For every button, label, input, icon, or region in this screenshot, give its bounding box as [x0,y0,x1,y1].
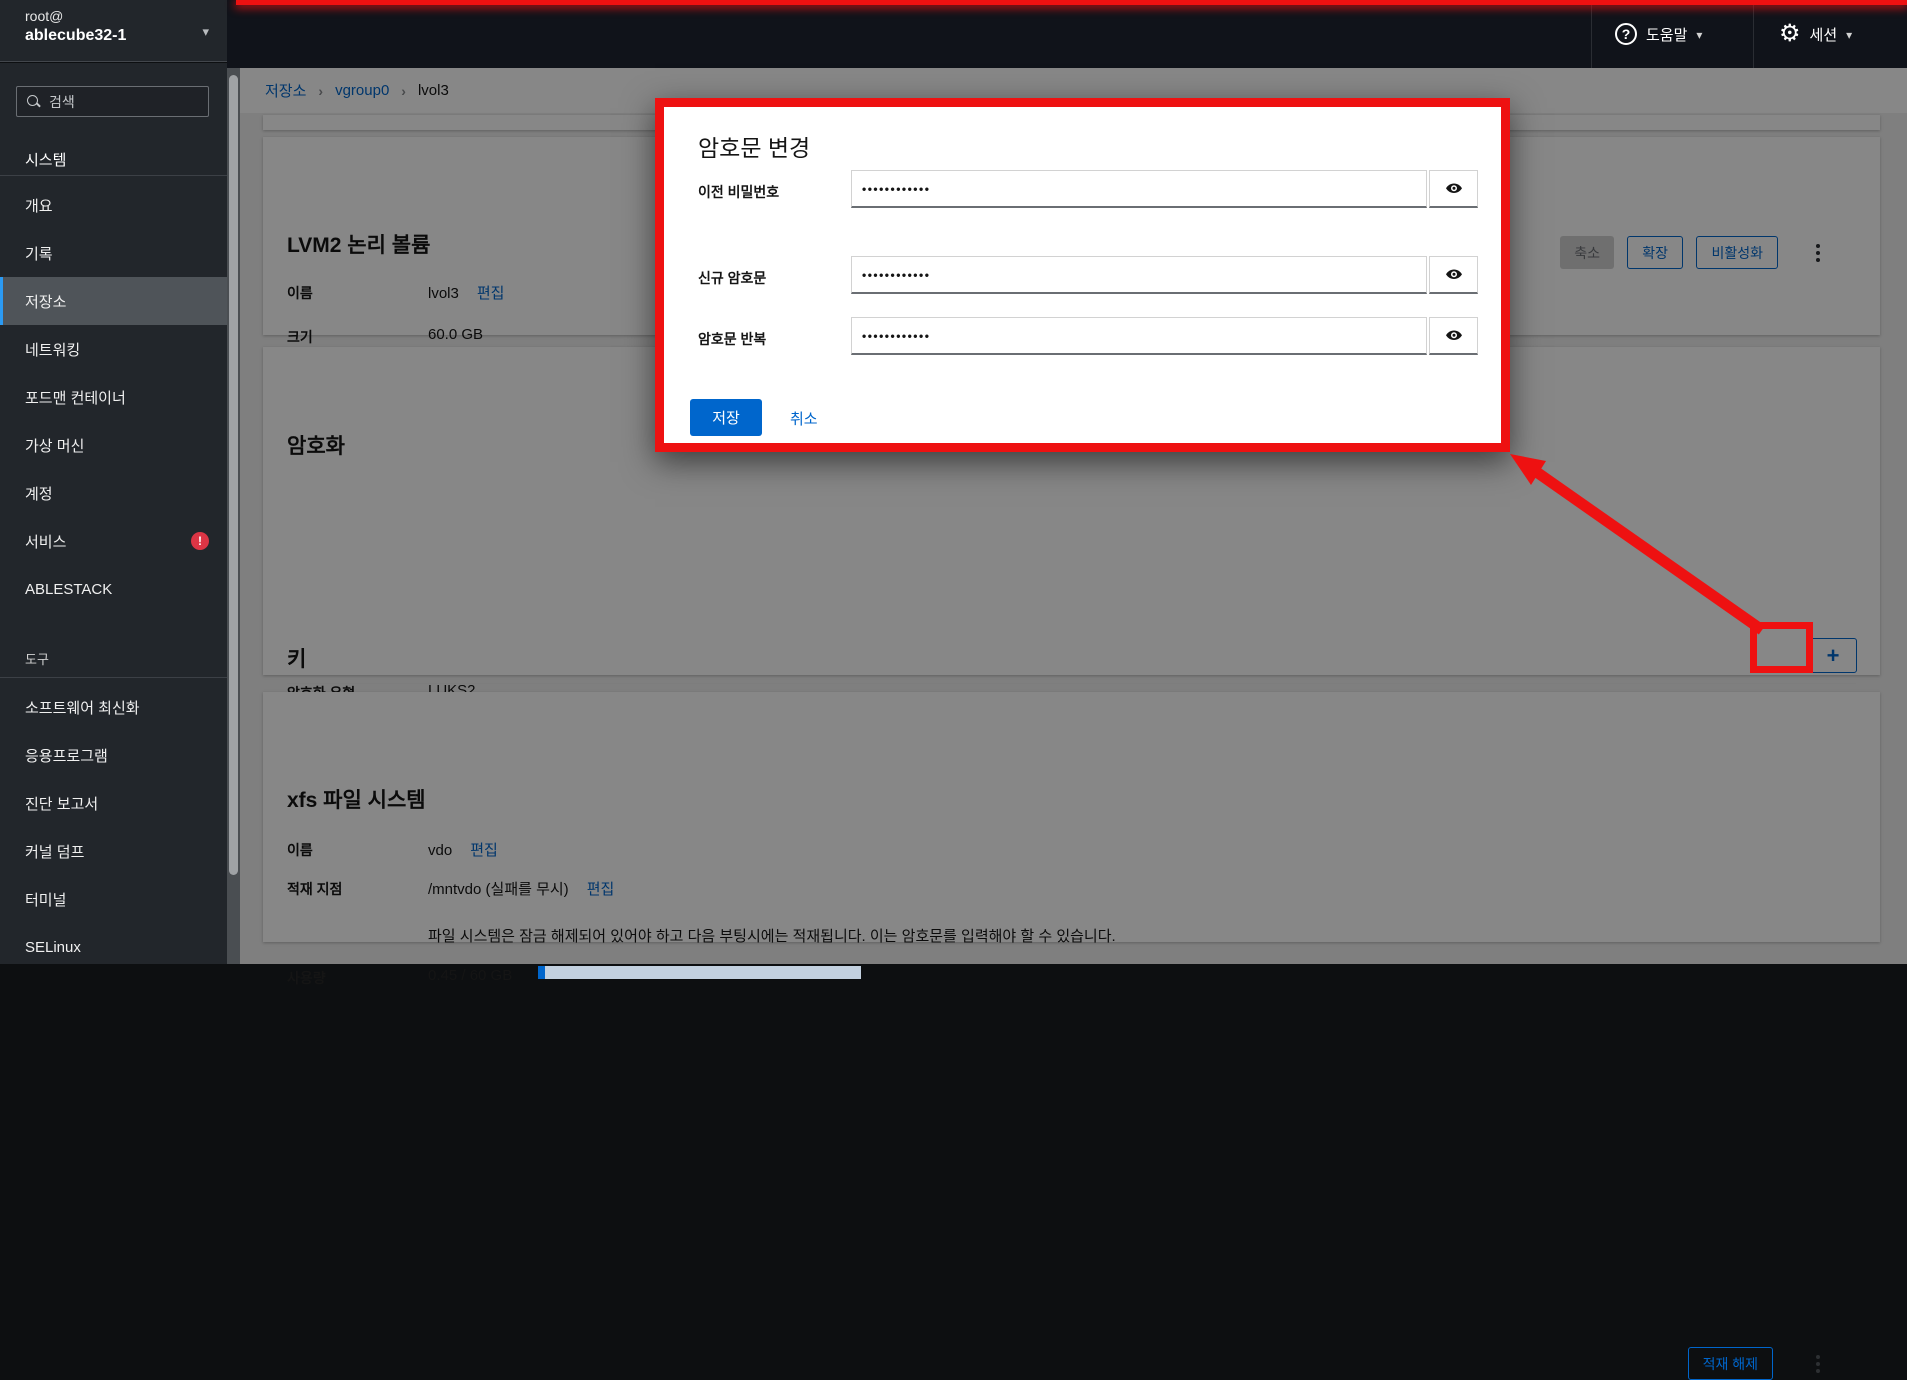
sidebar: 검색 시스템 개요 기록 저장소 네트워킹 포드맨 컨테이너 가상 머신 계정 … [0,63,227,964]
eye-icon [1445,330,1462,340]
nav-section-system: 시스템 [25,152,67,169]
sidebar-item-terminal[interactable]: 터미널 [0,875,227,923]
repeat-passphrase-input[interactable] [851,317,1427,355]
sidebar-item-storage[interactable]: 저장소 [0,277,227,325]
dialog-title: 암호문 변경 [698,135,811,161]
sidebar-item-ablestack[interactable]: ABLESTACK [0,565,227,613]
show-password-button[interactable] [1429,170,1478,208]
kebab-menu-icon[interactable] [1816,1355,1820,1373]
old-passphrase-input[interactable] [851,170,1427,208]
help-menu[interactable]: ? 도움말 ▾ [1615,0,1702,68]
scrollbar-thumb[interactable] [229,75,238,875]
save-button[interactable]: 저장 [690,399,762,436]
new-passphrase-label: 신규 암호문 [698,270,767,286]
gear-icon: ⚙ [1779,20,1801,47]
change-passphrase-dialog: 암호문 변경 이전 비밀번호 신규 암호문 암호문 반복 저장 취소 [655,98,1510,452]
old-passphrase-label: 이전 비밀번호 [698,184,780,200]
scrollbar[interactable] [227,68,240,964]
search-icon [27,95,40,108]
sidebar-item-virtual-machines[interactable]: 가상 머신 [0,421,227,469]
usage-label: 사용량 [287,970,326,986]
search-input[interactable]: 검색 [16,86,209,117]
host-selector[interactable]: root@ ablecube32-1 ▾ [0,0,227,62]
usage-bar [538,966,861,979]
sidebar-item-logs[interactable]: 기록 [0,229,227,277]
sidebar-item-accounts[interactable]: 계정 [0,469,227,517]
usage-bar-fill [538,966,545,979]
page: ? 도움말 ▾ ⚙ 세션 ▾ root@ ablecube32-1 ▾ 검색 시… [0,0,1907,1380]
unmount-button[interactable]: 적재 해제 [1687,1347,1773,1380]
session-menu[interactable]: ⚙ 세션 ▾ [1779,0,1852,68]
eye-icon [1445,269,1462,279]
cancel-button[interactable]: 취소 [790,408,818,429]
divider [0,175,227,176]
help-icon: ? [1615,23,1637,45]
masthead-divider [1753,0,1754,68]
alert-badge: ! [191,532,209,550]
host-user: root@ [25,8,64,24]
show-password-button[interactable] [1429,317,1478,355]
search-placeholder: 검색 [49,93,75,110]
sidebar-item-kernel-dump[interactable]: 커널 덤프 [0,827,227,875]
sidebar-item-networking[interactable]: 네트워킹 [0,325,227,373]
sidebar-item-software-updates[interactable]: 소프트웨어 최신화 [0,683,227,731]
annotation-topline [236,0,1907,5]
sidebar-item-services[interactable]: 서비스 ! [0,517,227,565]
chevron-down-icon: ▾ [1696,28,1703,42]
sidebar-item-podman[interactable]: 포드맨 컨테이너 [0,373,227,421]
divider [0,677,227,678]
eye-icon [1445,183,1462,193]
sidebar-item-diagnostic-reports[interactable]: 진단 보고서 [0,779,227,827]
help-label: 도움말 [1646,26,1688,44]
usage-value: 0.45 / 60 GB [428,967,513,984]
repeat-passphrase-label: 암호문 반복 [698,331,767,347]
chevron-down-icon: ▾ [1846,28,1853,42]
edit-button-annotation [1750,622,1813,673]
sidebar-item-applications[interactable]: 응용프로그램 [0,731,227,779]
new-passphrase-input[interactable] [851,256,1427,294]
sidebar-item-overview[interactable]: 개요 [0,181,227,229]
masthead-divider [1591,0,1592,68]
chevron-down-icon: ▾ [202,24,209,39]
session-label: 세션 [1809,26,1838,44]
host-name: ablecube32-1 [25,27,127,44]
show-password-button[interactable] [1429,256,1478,294]
nav-section-tools: 도구 [25,652,49,667]
